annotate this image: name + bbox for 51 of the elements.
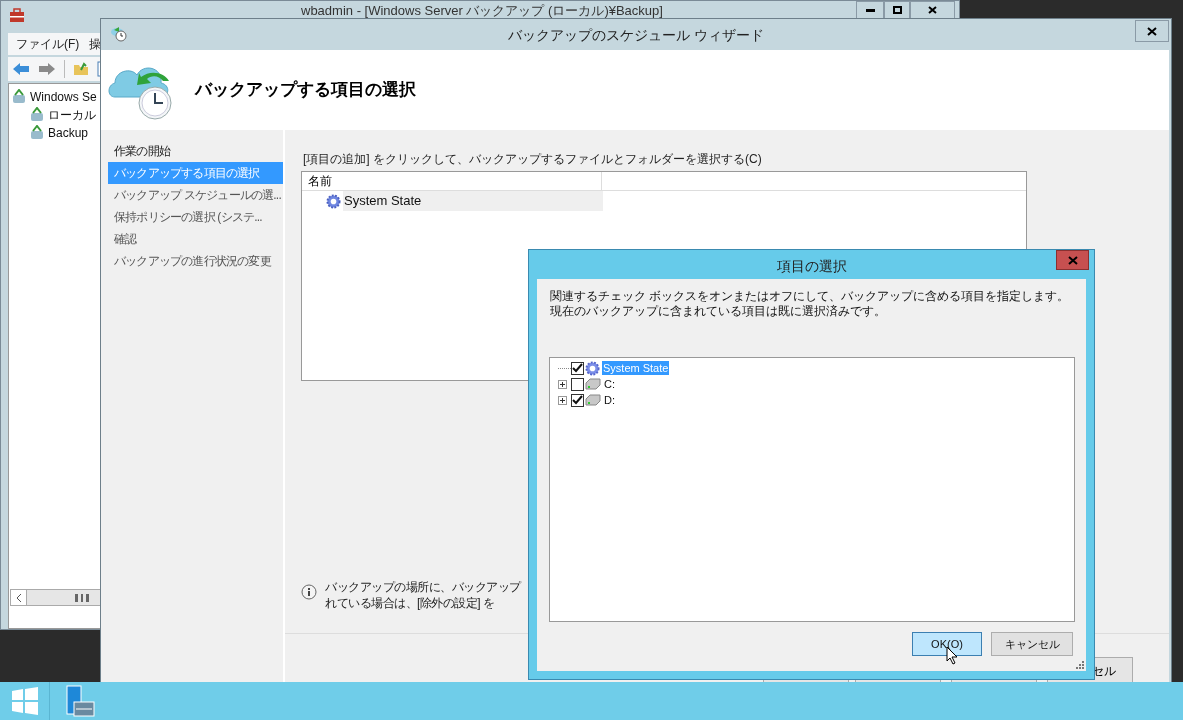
- scroll-thumb[interactable]: [75, 593, 89, 602]
- instruction-text: [項目の追加] をクリックして、バックアップするファイルとフォルダーを選択する(C): [303, 151, 762, 168]
- wizard-step[interactable]: バックアップ スケジュールの選...: [108, 184, 283, 206]
- wizard-step[interactable]: バックアップの進行状況の変更: [108, 250, 283, 272]
- tree-item[interactable]: Windows Se: [30, 88, 97, 106]
- tree-item[interactable]: Backup: [48, 124, 89, 142]
- checkbox[interactable]: [571, 361, 584, 375]
- folder-icon[interactable]: [73, 62, 89, 76]
- close-icon: [1067, 255, 1078, 265]
- scroll-left-icon[interactable]: [11, 590, 27, 605]
- window-title: バックアップのスケジュール ウィザード: [507, 26, 765, 45]
- wizard-step[interactable]: 作業の開始: [108, 140, 283, 162]
- toolbox-icon: [9, 7, 25, 23]
- tree-item[interactable]: D:: [603, 393, 616, 407]
- expand-icon[interactable]: [558, 395, 567, 405]
- close-icon: [1147, 26, 1157, 36]
- wizard-step[interactable]: 確認: [108, 228, 283, 250]
- expand-icon[interactable]: [558, 379, 567, 389]
- list-row[interactable]: System State: [343, 191, 603, 211]
- menu-item[interactable]: 操: [89, 35, 102, 53]
- tree-item[interactable]: C:: [603, 377, 616, 391]
- close-icon: [928, 6, 937, 14]
- windows-logo-icon: [10, 687, 39, 715]
- close-button[interactable]: [910, 1, 955, 19]
- forward-arrow-icon[interactable]: [38, 62, 56, 76]
- backup-clock-icon: [110, 26, 128, 42]
- minimize-button[interactable]: [856, 1, 884, 19]
- menu-item[interactable]: ファイル(F): [16, 35, 80, 53]
- tree-node-icon: [29, 125, 45, 141]
- info-icon: [301, 584, 317, 600]
- maximize-button[interactable]: [884, 1, 910, 19]
- page-heading: バックアップする項目の選択: [195, 79, 416, 102]
- cancel-button[interactable]: キャンセル: [991, 632, 1073, 656]
- window-title: wbadmin - [Windows Server バックアップ (ローカル)¥Backup]: [301, 3, 663, 18]
- tree-node-icon: [29, 107, 45, 123]
- checkbox[interactable]: [571, 393, 584, 407]
- resize-grip-icon[interactable]: [1076, 661, 1084, 669]
- checkbox[interactable]: [571, 377, 584, 391]
- dialog-title: 項目の選択: [775, 257, 848, 276]
- info-text: バックアップの場所に、バックアップ れている場合は、[除外の設定] を: [325, 579, 521, 611]
- drive-icon: [585, 394, 601, 406]
- tree-node-icon: [11, 89, 27, 105]
- gear-icon: [585, 360, 600, 376]
- gear-icon: [326, 193, 341, 209]
- ok-button[interactable]: OK(O): [912, 632, 982, 656]
- tree-item[interactable]: ローカル: [48, 106, 96, 124]
- wizard-step[interactable]: 保持ポリシーの選択 (システ...: [108, 206, 283, 228]
- close-button[interactable]: [1135, 20, 1169, 42]
- drive-icon: [585, 378, 601, 390]
- back-arrow-icon[interactable]: [12, 62, 30, 76]
- description-text: 関連するチェック ボックスをオンまたはオフにして、バックアップに含める項目を指定します。現在のバックアップに含まれている項目は既に選択済みです。: [550, 289, 1071, 319]
